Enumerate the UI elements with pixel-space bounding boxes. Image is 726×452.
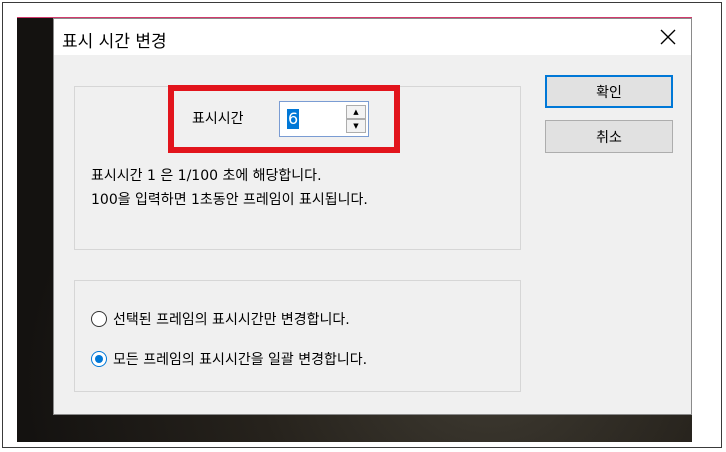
title-bar: 표시 시간 변경 (54, 19, 691, 55)
ok-button[interactable]: 확인 (545, 75, 673, 108)
dialog-title: 표시 시간 변경 (62, 32, 167, 52)
radio-selected-frames[interactable]: 선택된 프레임의 표시시간만 변경합니다. (91, 309, 350, 329)
close-icon (660, 29, 676, 45)
close-button[interactable] (645, 19, 691, 55)
radio-button[interactable] (91, 311, 107, 327)
info-text-line-1: 표시시간 1 은 1/100 초에 해당합니다. (91, 168, 322, 184)
radio-label: 모든 프레임의 표시시간을 일괄 변경합니다. (113, 352, 368, 368)
screenshot: 표시 시간 변경 표시시간 6 ▲ ▼ 표시시간 1 은 1/100 초에 해당… (0, 0, 726, 452)
radio-dot-icon (95, 355, 103, 363)
info-text-line-2: 100을 입력하면 1초동안 프레임이 표시됩니다. (91, 192, 368, 208)
cancel-button[interactable]: 취소 (545, 120, 673, 153)
apply-scope-group (74, 280, 521, 392)
radio-all-frames[interactable]: 모든 프레임의 표시시간을 일괄 변경합니다. (91, 349, 367, 369)
highlight-annotation (168, 85, 400, 153)
change-display-time-dialog: 표시 시간 변경 표시시간 6 ▲ ▼ 표시시간 1 은 1/100 초에 해당… (53, 18, 692, 415)
radio-label: 선택된 프레임의 표시시간만 변경합니다. (113, 312, 350, 328)
radio-button-checked[interactable] (91, 351, 107, 367)
